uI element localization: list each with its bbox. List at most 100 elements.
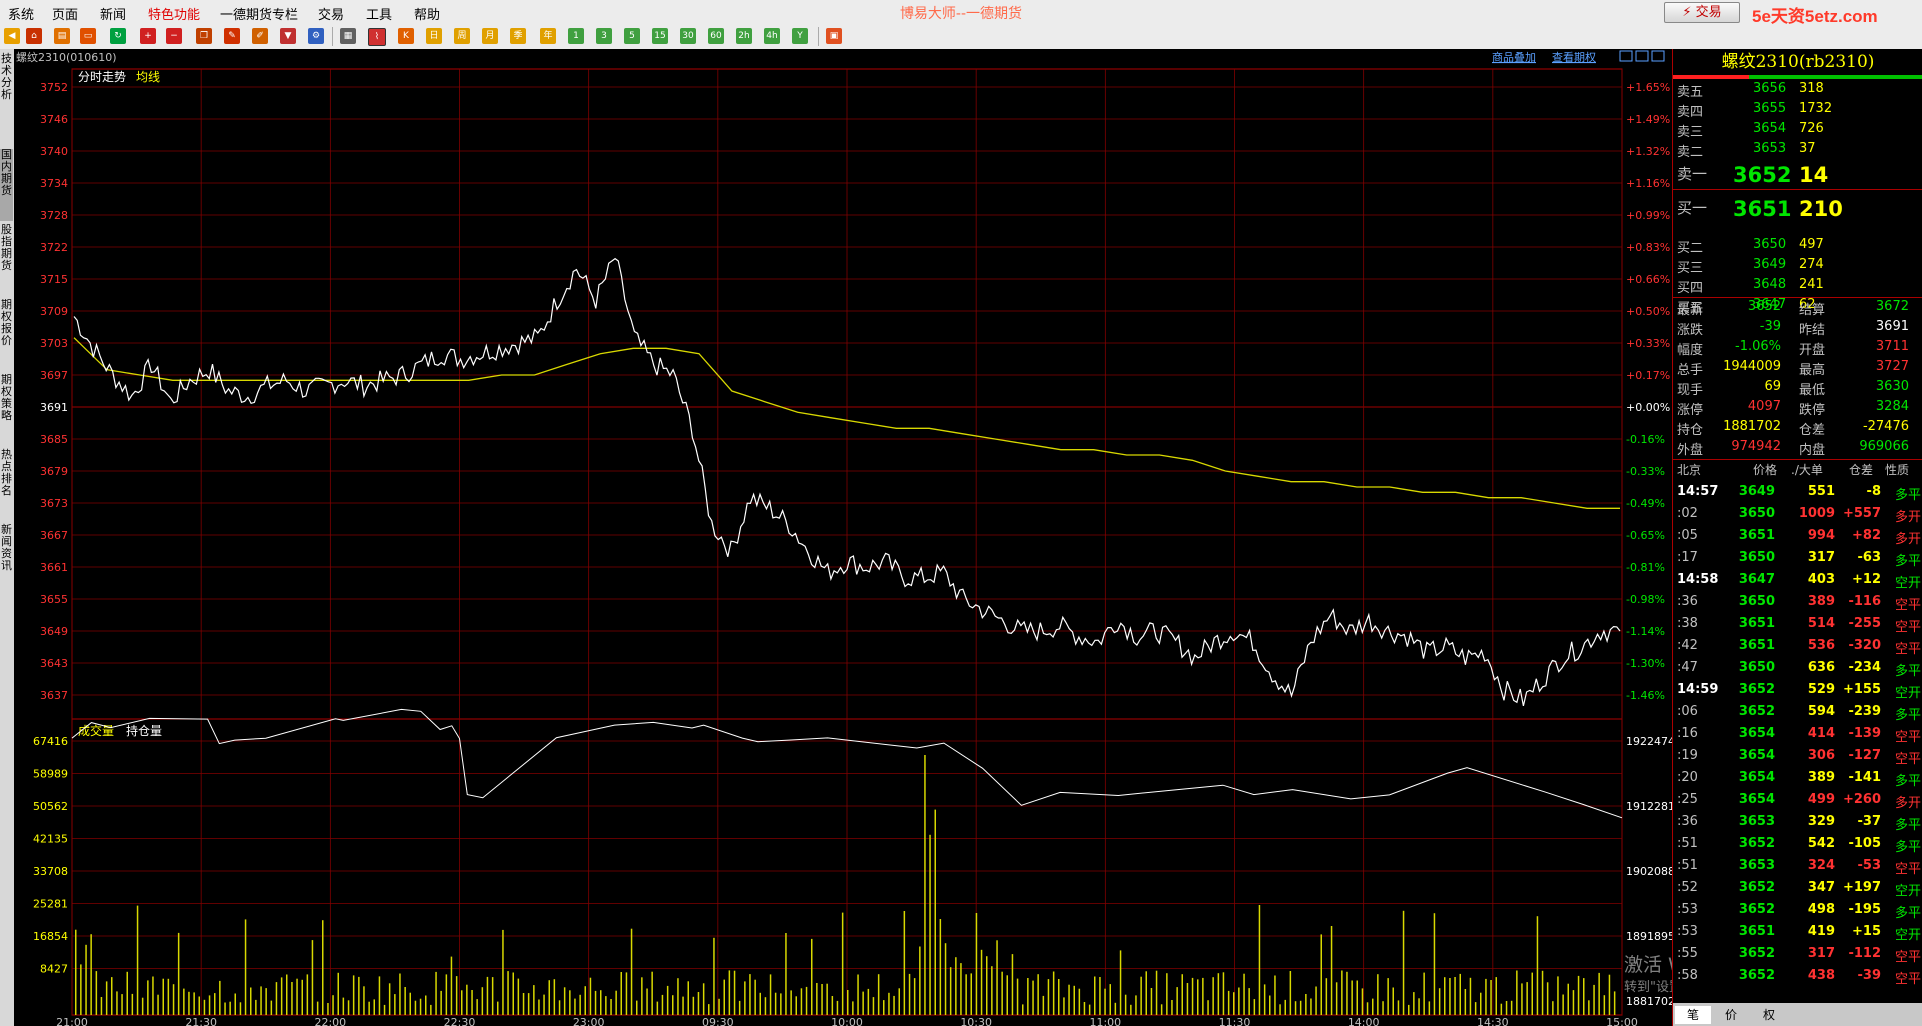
30min-icon[interactable]: 30 [680,28,696,44]
panel-restore-icon[interactable] [1619,50,1633,62]
rail-tab-hot-ranking[interactable]: 热点排名 [0,449,13,519]
ask-price: 3656 [1753,81,1787,96]
panel-expand-icon[interactable] [1635,50,1649,62]
rail-tab-option-quotes[interactable]: 期权报价 [0,299,13,369]
volume-bar [589,977,592,1015]
settings-icon[interactable]: ⚙ [308,28,324,44]
panel-grid-icon[interactable] [1651,50,1665,62]
trade-button[interactable]: ⚡ 交易 [1664,2,1740,23]
5min-icon[interactable]: 5 [624,28,640,44]
menu-yide-column[interactable]: 一德期货专栏 [220,4,298,23]
pct-tick-label: +1.49% [1626,113,1670,126]
volume-bar [1428,1001,1431,1015]
volume-bar [666,985,669,1015]
2h-icon[interactable]: 2h [736,28,752,44]
volume-bar [1145,971,1147,1015]
pct-tick-label: +0.50% [1626,305,1670,318]
menu-bar: 系统 页面 新闻 特色功能 一德期货专栏 交易 工具 帮助 博易大师--一德期货… [0,0,1922,26]
volume-bar [908,973,911,1015]
tick-oi-diff: -37 [1857,814,1882,829]
timeshare-chart[interactable]: 螺纹2310(010610) 商品叠加 查看期权 3752 +1.65% 3746 +… [14,49,1672,1026]
volume-bar [970,973,972,1015]
tab-ticks[interactable]: 笔 [1675,1006,1711,1024]
volume-bar [1150,988,1153,1015]
tick-list[interactable]: 14:57 3649 551 -8 多平:02 3650 1009 +557 多开:05 3651… [1673,482,1922,1002]
pct-tick-label: -0.65% [1626,529,1665,542]
tick-volume: 324 [1807,858,1835,873]
menu-special[interactable]: 特色功能 [148,4,200,23]
zoom-in-icon[interactable]: + [140,28,156,44]
tick-volume: 1009 [1798,506,1835,521]
stat-label: 跌停 [1799,403,1826,418]
tab-rights[interactable]: 权 [1751,1006,1787,1024]
volume-bar [841,912,844,1015]
4h-icon[interactable]: 4h [764,28,780,44]
stat-row: 外盘 974942 内盘 969066 [1673,439,1913,458]
copy-icon[interactable]: ❐ [196,28,212,44]
15min-icon[interactable]: 15 [652,28,668,44]
pen-icon[interactable]: ✎ [224,28,240,44]
zoom-out-icon[interactable]: − [166,28,182,44]
calculator-icon[interactable]: ▣ [826,28,842,44]
rail-tab-analysis[interactable]: 技术分析 [0,53,13,133]
oi-tick-label: 1902088 [1626,865,1672,878]
month-icon[interactable]: 月 [482,28,498,44]
price-tick-label: 3649 [40,625,68,638]
book-icon[interactable]: ▤ [54,28,70,44]
stat-label: 最低 [1799,383,1826,398]
tick-volume: 542 [1807,836,1835,851]
rail-tab-news[interactable]: 新闻资讯 [0,524,13,594]
year-icon[interactable]: 年 [540,28,556,44]
tab-price[interactable]: 价 [1713,1006,1749,1024]
menu-page[interactable]: 页面 [52,4,78,23]
volume-bar [1258,905,1261,1015]
tick-time: :47 [1677,660,1698,675]
tick-volume: 389 [1807,594,1835,609]
rail-tab-domestic-futures[interactable]: 国内期货 [0,149,13,221]
volume-bar [332,995,334,1015]
3min-icon[interactable]: 3 [596,28,612,44]
price-legend-avg: 均线 [136,70,160,84]
year-kline-icon[interactable]: Y [792,28,808,44]
commodity-overlay-link[interactable]: 商品叠加 [1492,50,1536,64]
pct-tick-label: +1.32% [1626,145,1670,158]
menu-help[interactable]: 帮助 [414,4,440,23]
activate-windows-hint: 转到"设置"以激活 Windows。 [1624,980,1672,995]
rail-tab-option-strategy[interactable]: 期权策略 [0,374,13,444]
table-icon[interactable]: ▦ [340,28,356,44]
back-icon[interactable]: ◀ [4,28,20,44]
week-icon[interactable]: 周 [454,28,470,44]
rail-tab-index-futures[interactable]: 股指期货 [0,224,13,294]
filter-icon[interactable]: ▼ [280,28,296,44]
volume-bar [342,997,345,1015]
ticks-header-volume: ./大单 [1791,463,1823,477]
time-tick-label: 15:00 [1606,1016,1638,1026]
season-icon[interactable]: 季 [510,28,526,44]
time-tick-label: 14:30 [1477,1016,1509,1026]
timeshare-chart-icon[interactable]: ⌇ [368,28,386,46]
kline-icon[interactable]: K [398,28,414,44]
day-icon[interactable]: 日 [426,28,442,44]
folder-icon[interactable]: ▭ [80,28,96,44]
refresh-icon[interactable]: ↻ [110,28,126,44]
tick-time: :55 [1677,946,1698,961]
view-options-link[interactable]: 查看期权 [1552,50,1596,64]
volume-bar [1531,972,1533,1015]
volume-bar [1063,997,1065,1015]
tick-row: :58 3652 438 -39 空平 [1673,966,1922,988]
menu-news[interactable]: 新闻 [100,4,126,23]
tick-row: :02 3650 1009 +557 多开 [1673,504,1922,526]
brush-icon[interactable]: ✐ [252,28,268,44]
chart-area[interactable]: 螺纹2310(010610) 商品叠加 查看期权 3752 +1.65% 3746 +… [14,49,1672,1026]
volume-tick-label: 58989 [33,768,68,781]
menu-tools[interactable]: 工具 [366,4,392,23]
60min-icon[interactable]: 60 [708,28,724,44]
menu-system[interactable]: 系统 [8,4,34,23]
stat-value: 1944009 [1723,359,1781,374]
volume-bar [682,996,684,1015]
volume-bar [1464,989,1467,1015]
volume-bar [517,978,520,1015]
menu-trade[interactable]: 交易 [318,4,344,23]
1min-icon[interactable]: 1 [568,28,584,44]
home-icon[interactable]: ⌂ [26,28,42,44]
